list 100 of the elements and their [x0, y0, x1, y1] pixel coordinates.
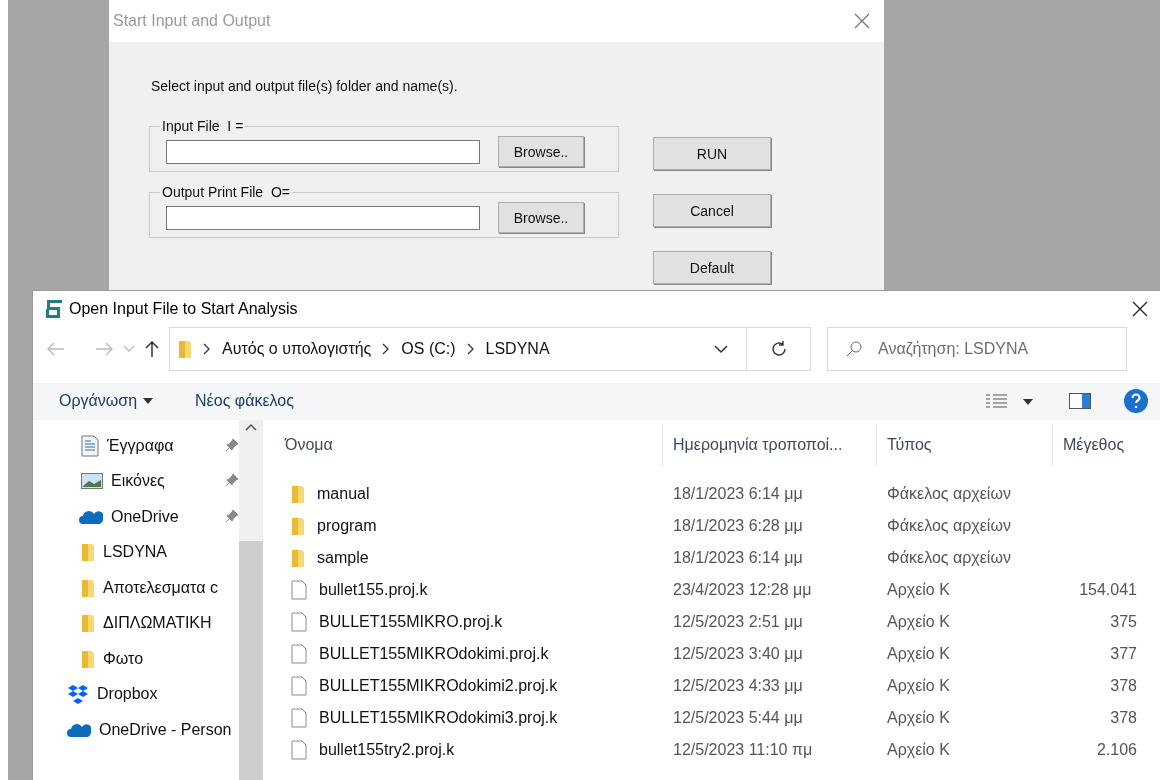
app-logo-icon	[43, 298, 63, 319]
sidebar-item[interactable]: Φωτο	[33, 641, 239, 677]
size-cell-text: 375	[1109, 613, 1137, 631]
group-label: Input File I =	[161, 118, 245, 134]
size-cell-text: 378	[1109, 677, 1137, 695]
pin-icon[interactable]	[225, 438, 239, 452]
pin-icon[interactable]	[225, 473, 239, 488]
column-header[interactable]: Τύπος	[877, 424, 1053, 466]
folder-icon	[81, 542, 95, 563]
refresh-icon	[769, 340, 788, 359]
file-name[interactable]: BULLET155MIKROdokimi3.proj.k	[319, 709, 558, 727]
type-cell-text: Φάκελος αρχείων	[886, 485, 1012, 503]
preview-pane-icon[interactable]	[1069, 393, 1091, 410]
file-name[interactable]: manual	[317, 485, 370, 503]
type-cell-text: Αρχείο K	[886, 741, 951, 759]
type-cell-text: Φάκελος αρχείων	[886, 517, 1012, 535]
date-cell-text: 18/1/2023 6:14 μμ	[672, 549, 804, 567]
file-name[interactable]: bullet155.proj.k	[319, 581, 428, 599]
file-icon	[291, 644, 307, 664]
browse-button[interactable]: Browse..	[498, 202, 584, 233]
column-header[interactable]: Όνομα	[283, 424, 663, 466]
dropbox-icon	[67, 684, 89, 705]
chevron-icon	[381, 343, 390, 356]
folder-icon	[81, 648, 95, 669]
date-cell-text: 12/5/2023 5:44 μμ	[672, 709, 804, 727]
sidebar-item[interactable]: Dropbox	[33, 676, 239, 712]
type-cell-text: Φάκελος αρχείων	[886, 549, 1012, 567]
type-cell-text: Αρχείο K	[886, 709, 951, 727]
folder-icon	[291, 548, 305, 568]
chevron-icon	[202, 343, 210, 356]
cloud-icon	[67, 722, 91, 737]
sidebar-item[interactable]: OneDrive - Person	[33, 712, 239, 748]
date-cell-text: 12/5/2023 3:40 μμ	[672, 645, 804, 663]
sidebar-item[interactable]: Έγγραφα	[33, 428, 239, 464]
folder-icon	[81, 613, 95, 634]
size-cell-text: 378	[1109, 709, 1137, 727]
folder-icon	[81, 577, 95, 598]
sidebar-item[interactable]: LSDYNA	[33, 534, 239, 570]
type-cell-text: Αρχείο K	[886, 677, 951, 695]
browse-button[interactable]: Browse..	[498, 136, 584, 167]
date-cell-text: 18/1/2023 6:14 μμ	[672, 485, 804, 503]
picture-icon	[81, 473, 103, 490]
window-title: Open Input File to Start Analysis	[69, 299, 299, 318]
folder-icon	[178, 339, 192, 360]
type-cell-text: Αρχείο K	[886, 645, 951, 663]
sidebar-item[interactable]: Εικόνες	[33, 463, 239, 499]
cloud-icon	[79, 509, 103, 524]
refresh-button[interactable]	[747, 327, 811, 372]
help-icon[interactable]	[1123, 388, 1149, 415]
file-name[interactable]: BULLET155MIKROdokimi.proj.k	[319, 645, 549, 663]
type-cell-text: Αρχείο K	[886, 581, 951, 599]
scrollbar[interactable]	[239, 420, 263, 780]
date-cell-text: 23/4/2023 12:28 μμ	[672, 581, 813, 599]
file-name[interactable]: bullet155try2.proj.k	[319, 741, 455, 759]
column-header[interactable]: Ημερομηνία τροποποί...	[663, 424, 877, 466]
sidebar-item[interactable]: Αποτελεσματα c	[33, 570, 239, 606]
type-cell-text: Αρχείο K	[886, 613, 951, 631]
date-cell-text: 18/1/2023 6:28 μμ	[672, 517, 804, 535]
search-icon	[846, 341, 862, 358]
dialog-button[interactable]: Default	[653, 251, 771, 284]
up-arrow-icon[interactable]	[145, 340, 159, 359]
size-cell-text: 377	[1109, 645, 1137, 663]
folder-icon	[291, 516, 305, 536]
size-cell-text: 2.106	[1095, 741, 1137, 759]
sidebar-item[interactable]: OneDrive	[33, 499, 239, 535]
file-name[interactable]: program	[317, 517, 377, 535]
dialog-button[interactable]: RUN	[653, 137, 771, 170]
group-label: Output Print File O=	[161, 184, 291, 200]
column-header[interactable]: Μέγεθος	[1053, 424, 1137, 466]
file-icon	[291, 740, 307, 760]
input-field[interactable]	[166, 139, 480, 164]
file-name[interactable]: BULLET155MIKRO.proj.k	[319, 613, 503, 631]
chevron-icon	[465, 343, 474, 356]
sidebar-item[interactable]: ΔΙΠΛΩΜΑΤΙΚΗ	[33, 605, 239, 641]
breadcrumb[interactable]: Αυτός ο υπολογιστής	[222, 340, 372, 359]
date-cell-text: 12/5/2023 2:51 μμ	[672, 613, 804, 631]
file-icon	[291, 612, 307, 632]
size-cell-text: 154.041	[1078, 581, 1137, 599]
file-icon	[291, 580, 307, 600]
search-field[interactable]: Αναζήτηση: LSDYNA	[827, 327, 1127, 372]
address-bar[interactable]: Αυτός ο υπολογιστής OS (C:) LSDYNA	[169, 327, 747, 372]
new-folder-button[interactable]: Νέος φάκελος	[195, 392, 294, 411]
window-title: Start Input and Output	[113, 12, 271, 30]
instruction-text: Select input and output file(s) folder and name(s).	[151, 78, 459, 94]
file-name[interactable]: BULLET155MIKROdokimi2.proj.k	[319, 677, 558, 695]
caret-icon	[143, 398, 154, 405]
pin-icon[interactable]	[225, 509, 239, 523]
date-cell-text: 12/5/2023 4:33 μμ	[672, 677, 804, 695]
file-icon	[291, 676, 307, 696]
folder-icon	[291, 484, 305, 504]
input-field[interactable]	[166, 205, 480, 230]
dialog-button[interactable]: Cancel	[653, 194, 771, 227]
file-icon	[291, 708, 307, 728]
document-icon	[81, 434, 99, 457]
close-icon[interactable]	[1132, 300, 1148, 317]
organize-menu[interactable]: Οργάνωση	[59, 392, 154, 411]
file-name[interactable]: sample	[317, 549, 369, 567]
dropdown-icon[interactable]	[714, 344, 728, 354]
breadcrumb[interactable]: OS (C:)	[401, 340, 456, 359]
breadcrumb[interactable]: LSDYNA	[485, 340, 550, 359]
